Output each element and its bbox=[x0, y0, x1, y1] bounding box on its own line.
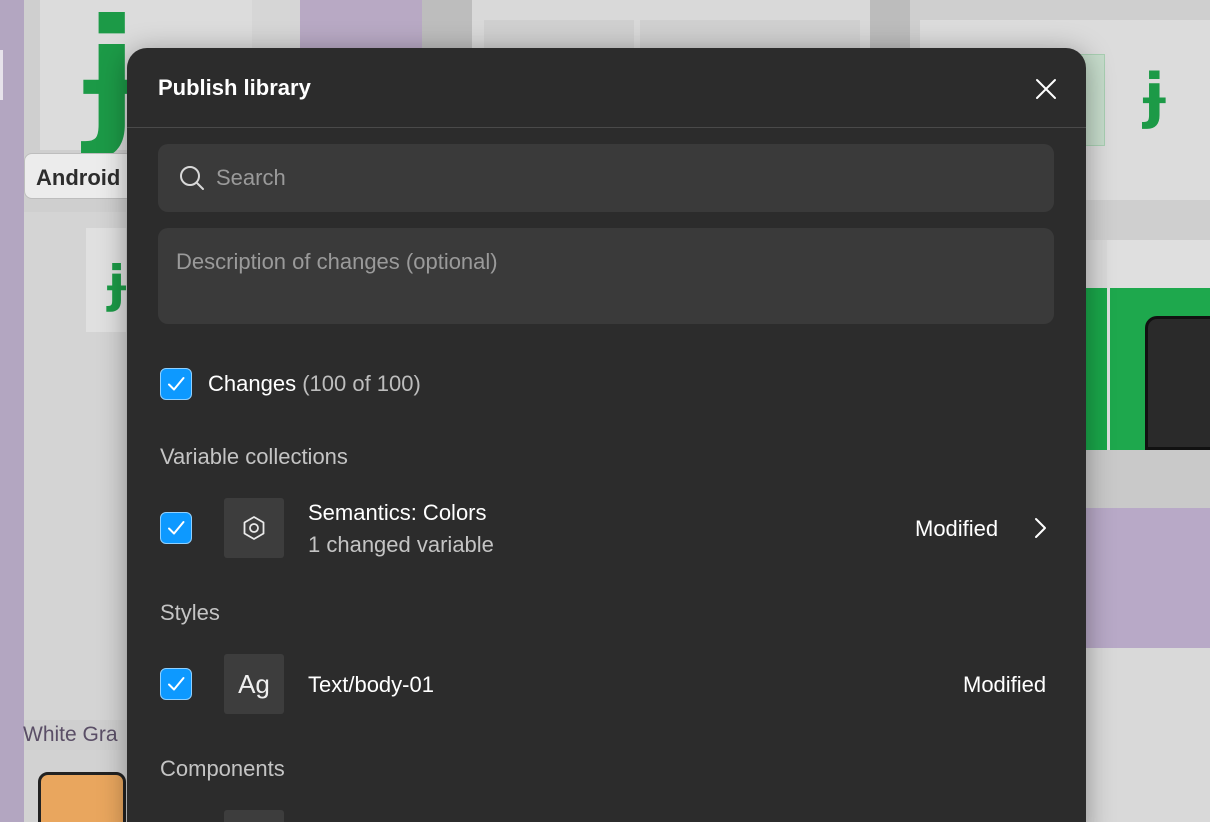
canvas-document-block bbox=[484, 20, 634, 50]
list-item-text-body-01[interactable]: Ag Text/body-01 Modified bbox=[160, 654, 1056, 716]
item-thumbnail bbox=[224, 498, 284, 558]
chevron-right-icon[interactable] bbox=[1028, 516, 1052, 540]
search-icon bbox=[180, 166, 204, 190]
search-field[interactable] bbox=[158, 144, 1054, 212]
checkmark-icon bbox=[168, 677, 185, 691]
checkmark-icon bbox=[168, 377, 185, 391]
canvas-frame-purple bbox=[1085, 508, 1210, 648]
item-thumbnail bbox=[224, 810, 284, 822]
canvas-phone-mockup bbox=[1145, 316, 1210, 450]
description-input[interactable] bbox=[176, 248, 1036, 314]
canvas-frame bbox=[422, 0, 472, 50]
checkmark-icon bbox=[168, 521, 185, 535]
changes-checkbox[interactable] bbox=[160, 368, 192, 400]
changes-select-all-row[interactable]: Changes (100 of 100) bbox=[160, 368, 1040, 400]
variable-collection-icon bbox=[243, 516, 265, 540]
canvas-frame bbox=[1085, 450, 1210, 508]
text-style-icon: Ag bbox=[238, 669, 270, 699]
publish-library-dialog: Publish library Changes (100 of 100) Var… bbox=[127, 48, 1086, 822]
close-icon bbox=[1036, 79, 1056, 99]
dialog-header: Publish library bbox=[127, 48, 1086, 128]
changes-label-text: Changes bbox=[208, 371, 297, 396]
item-subtitle: 1 changed variable bbox=[308, 532, 494, 557]
canvas-frame bbox=[252, 0, 300, 50]
canvas-document-block bbox=[640, 20, 860, 50]
section-heading-variable-collections: Variable collections bbox=[160, 444, 348, 469]
item-checkbox[interactable] bbox=[160, 668, 192, 700]
canvas-green-panel bbox=[1085, 288, 1107, 450]
item-thumbnail: Ag bbox=[224, 654, 284, 714]
canvas-phone-thumbnail bbox=[38, 772, 126, 822]
section-heading-components: Components bbox=[160, 756, 285, 781]
search-input[interactable] bbox=[216, 144, 1036, 212]
item-name: Semantics: Colors bbox=[308, 500, 487, 525]
item-name: Text/body-01 bbox=[308, 672, 434, 697]
description-field[interactable] bbox=[158, 228, 1054, 324]
canvas-frame bbox=[1085, 648, 1210, 822]
brand-logo: ɉ bbox=[108, 255, 126, 313]
item-status: Modified bbox=[915, 516, 999, 541]
brand-logo: ɉ bbox=[1144, 61, 1165, 131]
list-item-semantics-colors[interactable]: Semantics: Colors 1 changed variable Mod… bbox=[160, 498, 1056, 560]
canvas-frame-label: White Gra bbox=[23, 723, 118, 746]
close-button[interactable] bbox=[1028, 71, 1064, 107]
changes-label: Changes (100 of 100) bbox=[208, 371, 421, 397]
dialog-title: Publish library bbox=[158, 75, 311, 100]
item-checkbox[interactable] bbox=[160, 512, 192, 544]
canvas-frame-edge bbox=[0, 50, 3, 100]
canvas-frame-purple bbox=[300, 0, 422, 50]
changes-count: (100 of 100) bbox=[302, 371, 421, 396]
section-heading-styles: Styles bbox=[160, 600, 220, 625]
canvas-frame-purple bbox=[0, 0, 24, 822]
item-status: Modified bbox=[963, 672, 1047, 697]
canvas-android-label: Android bbox=[24, 153, 134, 199]
